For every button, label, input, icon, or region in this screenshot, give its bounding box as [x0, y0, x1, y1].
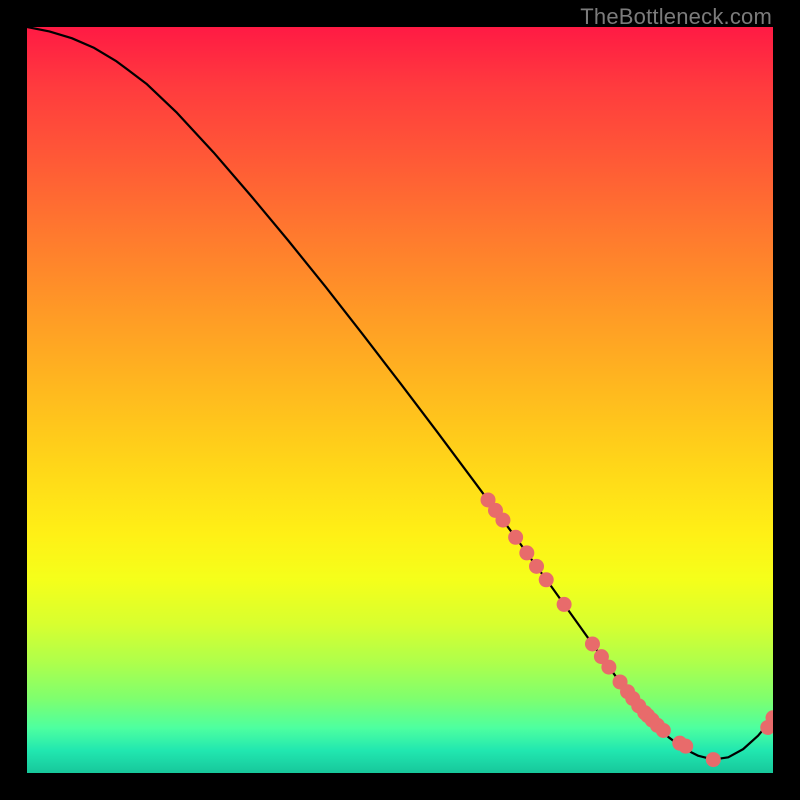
- marker-dot: [519, 545, 534, 560]
- marker-dot: [656, 723, 671, 738]
- marker-dot: [706, 752, 721, 767]
- marker-dot: [678, 739, 693, 754]
- marker-dot: [508, 530, 523, 545]
- chart-frame: { "watermark": "TheBottleneck.com", "col…: [0, 0, 800, 800]
- curve-line: [27, 27, 773, 760]
- bottleneck-curve-path: [27, 27, 773, 760]
- marker-dots: [481, 492, 773, 767]
- marker-dot: [557, 597, 572, 612]
- marker-dot: [539, 572, 554, 587]
- plot-area: [27, 27, 773, 773]
- marker-dot: [601, 660, 616, 675]
- marker-dot: [529, 559, 544, 574]
- marker-dot: [585, 636, 600, 651]
- marker-dot: [495, 513, 510, 528]
- chart-svg: [27, 27, 773, 773]
